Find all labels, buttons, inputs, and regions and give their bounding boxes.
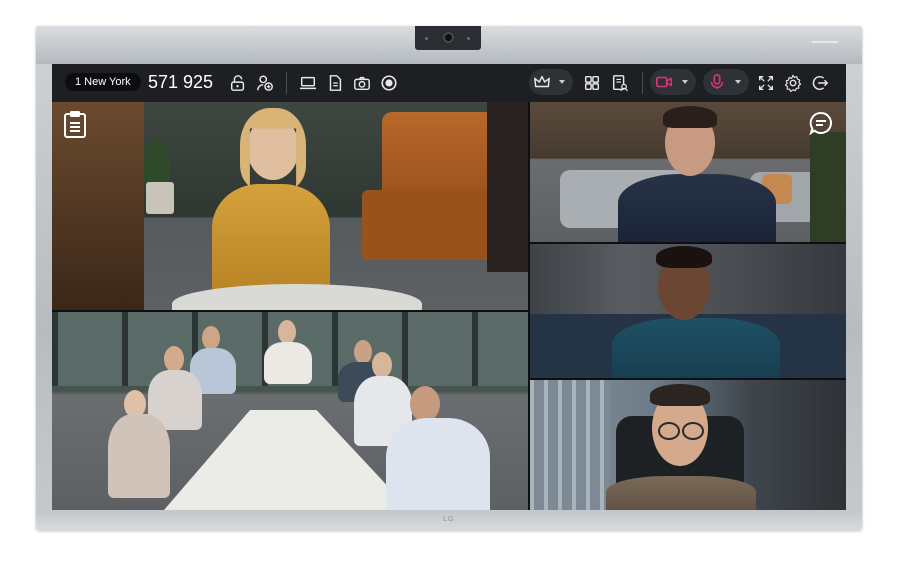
layout-grid-icon[interactable] (582, 73, 602, 93)
microphone-icon[interactable] (707, 72, 727, 92)
add-participant-icon[interactable] (255, 73, 275, 93)
chevron-down-icon[interactable] (735, 80, 741, 84)
record-icon[interactable] (379, 73, 399, 93)
crown-icon[interactable] (532, 72, 552, 92)
lock-icon[interactable] (228, 73, 248, 93)
video-controls-group[interactable] (650, 69, 696, 95)
room-name-pill[interactable]: 1 New York (65, 73, 141, 91)
chat-icon[interactable] (808, 110, 834, 138)
toolbar-divider (286, 72, 287, 94)
leave-icon[interactable] (810, 73, 830, 93)
webcam (415, 26, 481, 50)
webcam-lens (443, 32, 454, 43)
display-monitor: 1 New York 571 925 LG (36, 26, 862, 530)
participant-tile-man-navy[interactable] (530, 102, 846, 242)
video-camera-icon[interactable] (654, 72, 674, 92)
meeting-id: 571 925 (148, 72, 214, 92)
bezel-mark (812, 41, 838, 43)
meeting-screen: 1 New York 571 925 (52, 64, 846, 510)
fullscreen-icon[interactable] (756, 73, 776, 93)
brand-logo: LG (443, 516, 455, 523)
participant-tile-man-glasses[interactable] (530, 380, 846, 510)
participants-list-icon[interactable] (610, 73, 630, 93)
toolbar-divider (642, 72, 643, 94)
chevron-down-icon[interactable] (559, 80, 565, 84)
monitor-bottom-bezel: LG (36, 510, 862, 530)
notes-icon[interactable] (62, 110, 88, 138)
chevron-down-icon[interactable] (682, 80, 688, 84)
settings-icon[interactable] (783, 73, 803, 93)
conference-room-tile[interactable] (52, 312, 528, 510)
host-controls-group[interactable] (529, 69, 573, 95)
speaker-tile-woman-yellow[interactable] (52, 102, 528, 310)
meeting-toolbar: 1 New York 571 925 (52, 64, 846, 102)
audio-controls-group[interactable] (703, 69, 749, 95)
camera-icon[interactable] (352, 73, 372, 93)
share-screen-icon[interactable] (298, 73, 318, 93)
document-icon[interactable] (325, 73, 345, 93)
participant-tile-man-teal[interactable] (530, 244, 846, 378)
